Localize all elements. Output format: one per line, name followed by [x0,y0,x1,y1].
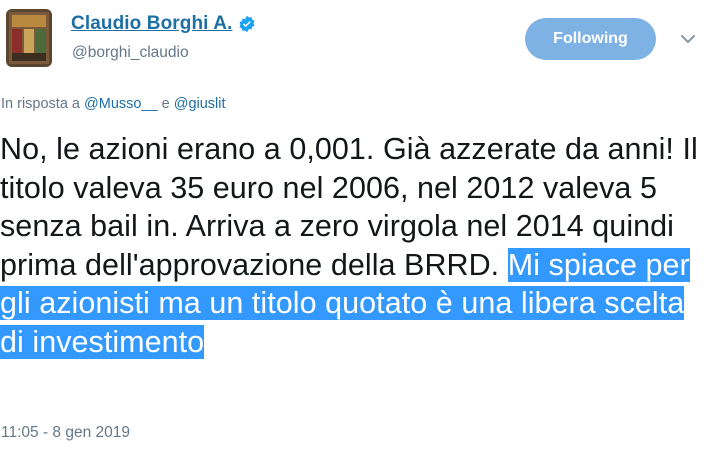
avatar-image [6,9,52,67]
reply-user-link[interactable]: @Musso__ [84,96,158,112]
author-name-row: Claudio Borghi A. [71,13,256,35]
reply-conjunction: e [161,96,170,112]
reply-user-link[interactable]: @giuslit [174,96,226,112]
chevron-down-icon[interactable] [679,30,697,48]
author-handle: @borghi_claudio [72,44,189,61]
reply-context: In risposta a @Musso__ e @giuslit [1,96,226,112]
tweet-timestamp[interactable]: 11:05 - 8 gen 2019 [1,424,130,442]
reply-prefix: In risposta a [1,96,80,112]
tweet-text: No, le azioni erano a 0,001. Già azzerat… [0,130,712,361]
author-display-name[interactable]: Claudio Borghi A. [71,13,232,35]
following-button[interactable]: Following [525,18,656,60]
avatar[interactable] [6,9,52,67]
verified-badge-icon [239,15,255,33]
